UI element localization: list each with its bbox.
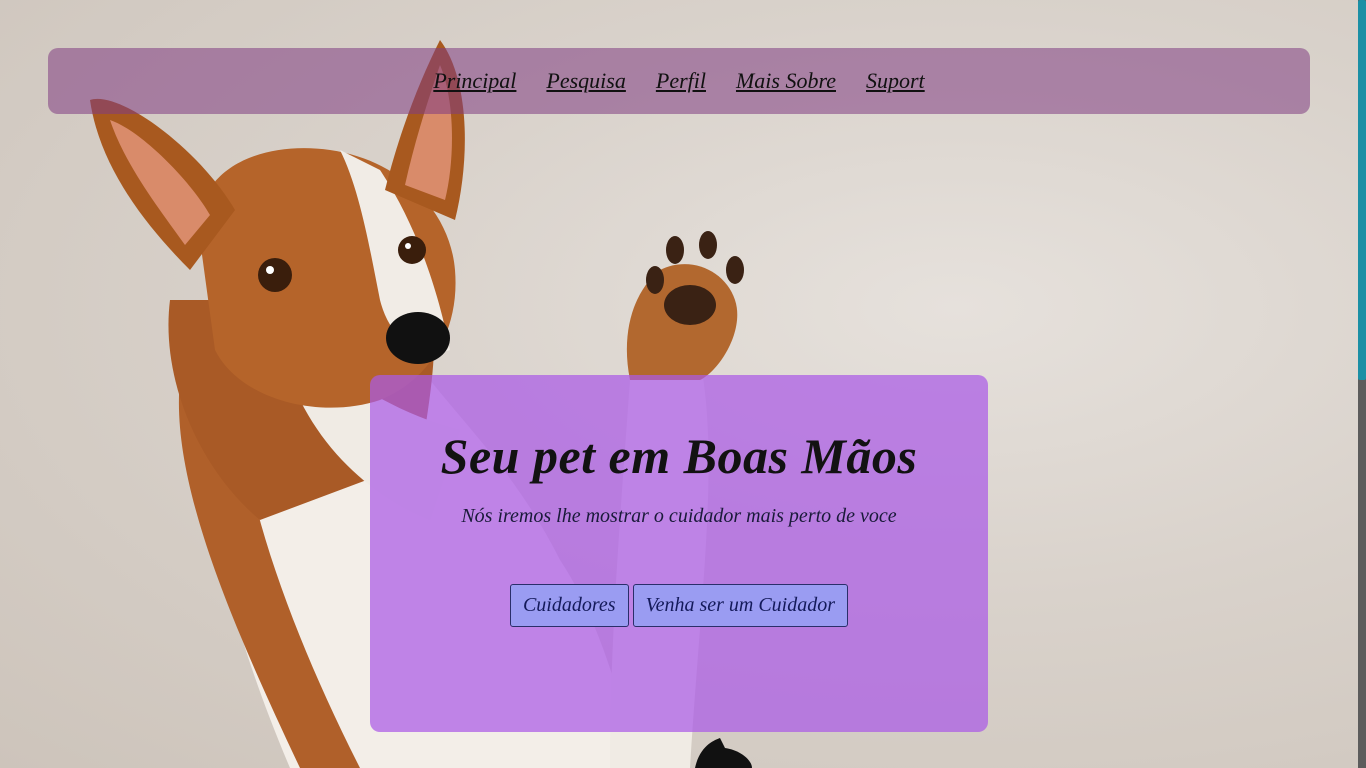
hero-subtitle: Nós iremos lhe mostrar o cuidador mais p… — [461, 505, 897, 527]
caregivers-button[interactable]: Cuidadores — [509, 584, 629, 627]
page: Principal Pesquisa Perfil Mais Sobre Sup… — [0, 0, 1366, 768]
hero-title: Seu pet em Boas Mãos — [440, 428, 918, 484]
nav-link-mais-sobre[interactable]: Mais Sobre — [736, 68, 836, 94]
nav-link-pesquisa[interactable]: Pesquisa — [546, 68, 625, 94]
nav-link-suport[interactable]: Suport — [866, 68, 925, 94]
become-caregiver-button[interactable]: Venha ser um Cuidador — [632, 584, 849, 627]
scrollbar-thumb[interactable] — [1358, 0, 1366, 380]
top-navbar: Principal Pesquisa Perfil Mais Sobre Sup… — [48, 48, 1310, 114]
hero-card: Seu pet em Boas Mãos Nós iremos lhe most… — [370, 375, 988, 732]
nav-link-principal[interactable]: Principal — [433, 68, 516, 94]
page-scrollbar[interactable] — [1358, 0, 1366, 768]
nav-link-perfil[interactable]: Perfil — [656, 68, 706, 94]
hero-button-group: Cuidadores Venha ser um Cuidador — [370, 584, 988, 627]
